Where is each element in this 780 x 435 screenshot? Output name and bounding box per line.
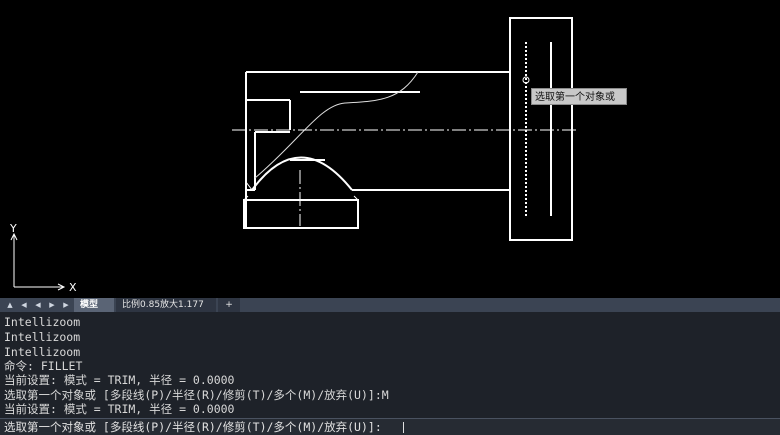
command-history: Intellizoom Intellizoom Intellizoom 命令: … (0, 312, 780, 418)
drawing-svg[interactable]: Y X (0, 0, 780, 298)
prev-layout-icon[interactable]: ◀ (18, 299, 30, 311)
command-line[interactable]: 选取第一个对象或 [多段线(P)/半径(R)/修剪(T)/多个(M)/放弃(U)… (0, 418, 780, 435)
base-block[interactable] (243, 199, 359, 229)
ucs-axis-icon (10, 232, 66, 291)
axis-y-label: Y (9, 222, 17, 235)
history-line: 当前设置: 模式 = TRIM, 半径 = 0.0000 (4, 402, 235, 416)
history-line: 当前设置: 模式 = TRIM, 半径 = 0.0000 (4, 373, 235, 387)
add-layout-button[interactable]: + (218, 298, 240, 312)
history-line: 命令: FILLET (4, 359, 83, 373)
first-layout-icon[interactable]: ▲ (4, 299, 16, 311)
history-line: 选取第一个对象或 [多段线(P)/半径(R)/修剪(T)/多个(M)/放弃(U)… (4, 388, 389, 402)
cad-application: Y X 选取第一个对象或 ▲ ◀ ◀ ▶ ▶ 模型 比例0.85放大1.177 … (0, 0, 780, 435)
flange-plate[interactable] (509, 17, 573, 241)
profile-curve[interactable] (254, 71, 419, 179)
selection-tooltip: 选取第一个对象或 (531, 88, 627, 105)
history-line: Intellizoom (4, 345, 81, 359)
axis-x-label: X (69, 281, 77, 294)
arc-segment[interactable] (251, 156, 353, 191)
drawing-canvas[interactable]: Y X 选取第一个对象或 (0, 0, 780, 298)
command-prompt: 选取第一个对象或 [多段线(P)/半径(R)/修剪(T)/多个(M)/放弃(U)… (4, 420, 382, 434)
tab-model[interactable]: 模型 (74, 298, 114, 312)
history-line: Intellizoom (4, 315, 81, 329)
back-layout-icon[interactable]: ◀ (32, 299, 44, 311)
command-input[interactable] (404, 421, 764, 433)
layout-tab-bar: ▲ ◀ ◀ ▶ ▶ 模型 比例0.85放大1.177 + (0, 298, 780, 312)
next-layout-icon[interactable]: ▶ (46, 299, 58, 311)
tab-layout-scale[interactable]: 比例0.85放大1.177 (116, 298, 216, 312)
history-line: Intellizoom (4, 330, 81, 344)
last-layout-icon[interactable]: ▶ (60, 299, 72, 311)
